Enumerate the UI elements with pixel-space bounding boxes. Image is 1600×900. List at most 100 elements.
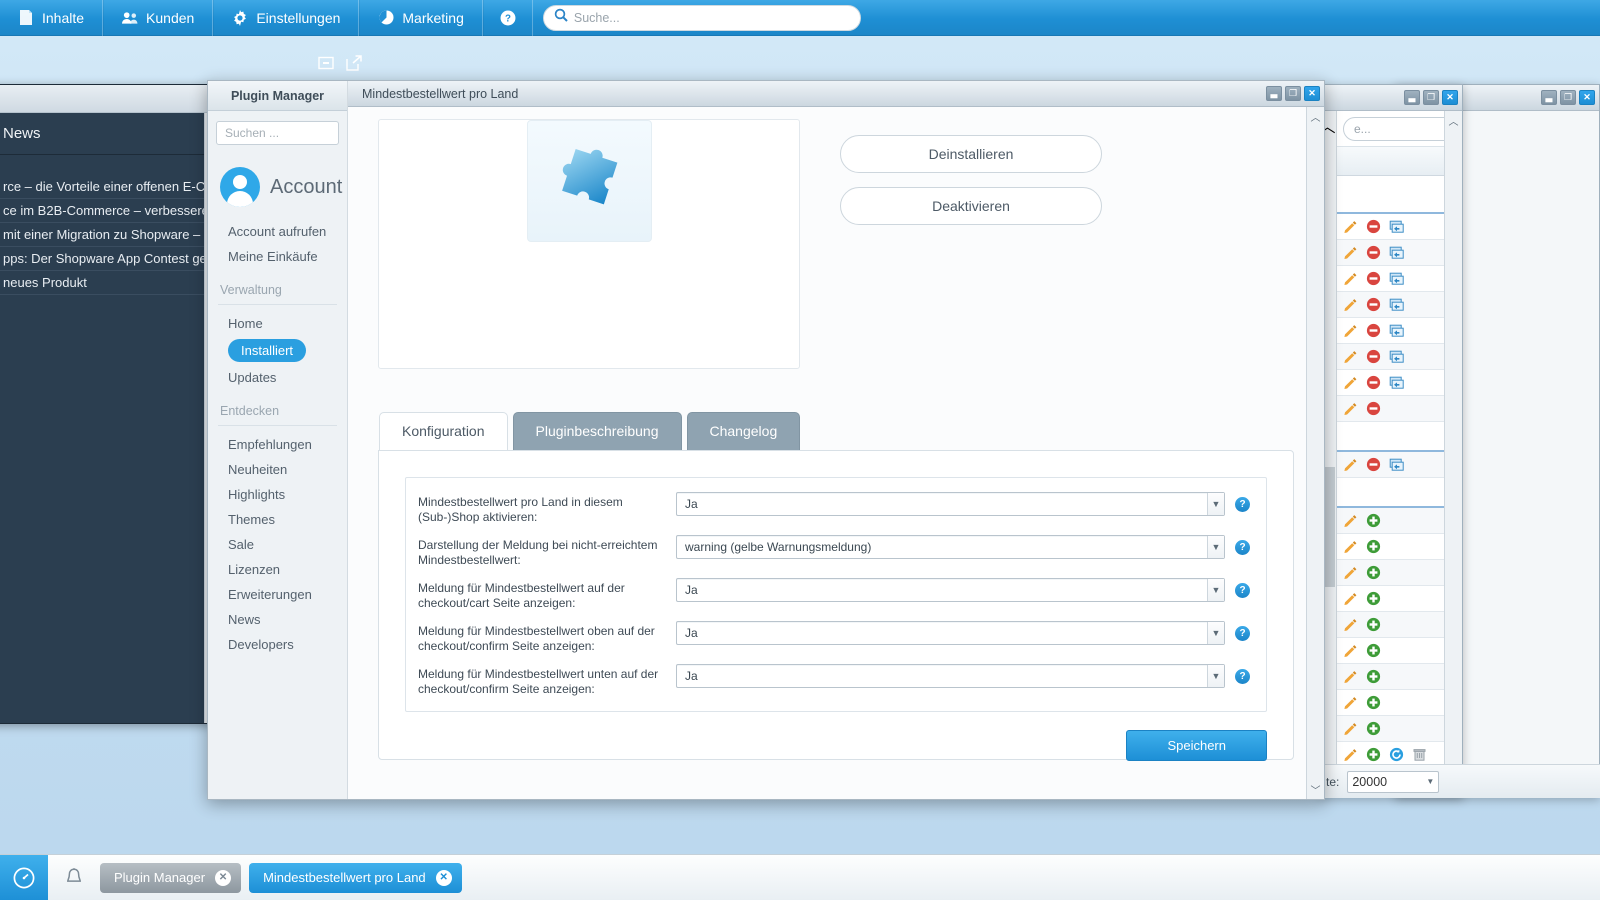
edit-icon[interactable]	[1343, 747, 1359, 763]
edit-icon[interactable]	[1343, 695, 1359, 711]
close-icon[interactable]: ✕	[1579, 90, 1595, 105]
background-window-grid[interactable]: ▃ ❐ ✕ e... ︿ ︿ ﹀	[1318, 84, 1463, 798]
chevron-down-icon[interactable]: ▼	[1207, 665, 1224, 687]
minimize-icon[interactable]: ▃	[1541, 90, 1557, 105]
account-block[interactable]: Account	[220, 167, 347, 207]
deny-icon[interactable]	[1366, 219, 1382, 235]
sidebar-item-account-aufrufen[interactable]: Account aufrufen	[208, 219, 347, 244]
bell-icon[interactable]	[48, 867, 100, 888]
background-window-news[interactable]: News rce – die Vorteile einer offenen E-…	[0, 84, 215, 724]
sidebar-item-home[interactable]: Home	[208, 311, 347, 336]
chevron-down-icon[interactable]: ▼	[1207, 536, 1224, 558]
nav-item-einstellungen[interactable]: Einstellungen	[213, 0, 360, 36]
chevron-down-icon[interactable]: ﹀	[1311, 782, 1321, 797]
restore-icon[interactable]	[1389, 245, 1405, 261]
list-item[interactable]: mit einer Migration zu Shopware – so...	[0, 223, 214, 247]
minimize-all-icon[interactable]	[318, 55, 336, 73]
dialog-scrollbar[interactable]: ︿ ﹀	[1306, 107, 1324, 799]
trash-icon[interactable]	[1412, 747, 1428, 763]
restore-icon[interactable]	[1389, 219, 1405, 235]
add-icon[interactable]	[1366, 695, 1382, 711]
list-item[interactable]: rce – die Vorteile einer offenen E-Co...	[0, 175, 214, 199]
close-icon[interactable]: ✕	[435, 869, 452, 886]
sidebar-item-themes[interactable]: Themes	[208, 507, 347, 532]
edit-icon[interactable]	[1343, 401, 1359, 417]
deny-icon[interactable]	[1366, 245, 1382, 261]
edit-icon[interactable]	[1343, 513, 1359, 529]
deny-icon[interactable]	[1366, 401, 1382, 417]
add-icon[interactable]	[1366, 643, 1382, 659]
edit-icon[interactable]	[1343, 349, 1359, 365]
help-icon[interactable]: ?	[1235, 582, 1250, 598]
restore-icon[interactable]	[1389, 271, 1405, 287]
edit-icon[interactable]	[1343, 669, 1359, 685]
add-icon[interactable]	[1366, 747, 1382, 763]
grid-search-input[interactable]: e...	[1343, 117, 1456, 141]
help-icon[interactable]: ?	[1235, 625, 1250, 641]
edit-icon[interactable]	[1343, 643, 1359, 659]
deny-icon[interactable]	[1366, 271, 1382, 287]
maximize-icon[interactable]: ❐	[1285, 86, 1301, 101]
restore-icon[interactable]	[1389, 457, 1405, 473]
help-icon[interactable]: ?	[1235, 496, 1250, 512]
list-item[interactable]: ce im B2B-Commerce – verbessere ...	[0, 199, 214, 223]
tab-changelog[interactable]: Changelog	[686, 412, 801, 451]
sidebar-item-updates[interactable]: Updates	[208, 365, 347, 390]
add-icon[interactable]	[1366, 539, 1382, 555]
sidebar-item-meine-einkaeufe[interactable]: Meine Einkäufe	[208, 244, 347, 269]
tab-konfiguration[interactable]: Konfiguration	[379, 412, 508, 451]
nav-item-marketing[interactable]: Marketing	[359, 0, 483, 36]
sidebar-item-erweiterungen[interactable]: Erweiterungen	[208, 582, 347, 607]
add-icon[interactable]	[1366, 513, 1382, 529]
restore-icon[interactable]	[1389, 323, 1405, 339]
close-icon[interactable]: ✕	[1304, 86, 1320, 101]
edit-icon[interactable]	[1343, 375, 1359, 391]
edit-icon[interactable]	[1343, 591, 1359, 607]
save-button[interactable]: Speichern	[1126, 730, 1267, 761]
restore-icon[interactable]	[1389, 297, 1405, 313]
plugin-manager-window[interactable]: Plugin Manager Suchen ... Account Accoun…	[207, 80, 1325, 800]
chevron-down-icon[interactable]: ▼	[1426, 777, 1434, 786]
taskbar-item-plugin-manager[interactable]: Plugin Manager ✕	[100, 862, 242, 893]
maximize-icon[interactable]: ❐	[1423, 90, 1439, 105]
refresh-icon[interactable]	[1389, 747, 1405, 763]
show-on-cart-select[interactable]: Ja ▼	[676, 578, 1225, 602]
sidebar-item-sale[interactable]: Sale	[208, 532, 347, 557]
show-bottom-confirm-select[interactable]: Ja ▼	[676, 664, 1225, 688]
pager-select[interactable]: 20000 ▼	[1347, 770, 1440, 793]
edit-icon[interactable]	[1343, 457, 1359, 473]
help-button[interactable]: ?	[482, 0, 533, 36]
show-top-confirm-select[interactable]: Ja ▼	[676, 621, 1225, 645]
sidebar-search-input[interactable]: Suchen ...	[216, 121, 339, 145]
chevron-up-icon[interactable]: ︿	[1311, 109, 1321, 124]
sidebar-item-empfehlungen[interactable]: Empfehlungen	[208, 432, 347, 457]
sidebar-item-developers[interactable]: Developers	[208, 632, 347, 657]
add-icon[interactable]	[1366, 591, 1382, 607]
search-input[interactable]	[573, 10, 850, 25]
nav-item-kunden[interactable]: Kunden	[103, 0, 214, 36]
sidebar-item-news[interactable]: News	[208, 607, 347, 632]
close-icon[interactable]: ✕	[215, 869, 232, 886]
minimize-icon[interactable]: ▃	[1266, 86, 1282, 101]
edit-icon[interactable]	[1343, 721, 1359, 737]
chevron-down-icon[interactable]: ▼	[1207, 579, 1224, 601]
deny-icon[interactable]	[1366, 323, 1382, 339]
taskbar-item-mindestbestellwert[interactable]: Mindestbestellwert pro Land ✕	[249, 862, 462, 893]
chevron-down-icon[interactable]: ▼	[1207, 493, 1224, 515]
deny-icon[interactable]	[1366, 375, 1382, 391]
close-icon[interactable]: ✕	[1442, 90, 1458, 105]
grid-inner-scrollbar[interactable]: ︿ ﹀	[1444, 111, 1462, 797]
uninstall-button[interactable]: Deinstallieren	[840, 135, 1102, 173]
deactivate-button[interactable]: Deaktivieren	[840, 187, 1102, 225]
edit-icon[interactable]	[1343, 323, 1359, 339]
chevron-up-icon[interactable]: ︿	[1449, 113, 1459, 128]
sidebar-item-neuheiten[interactable]: Neuheiten	[208, 457, 347, 482]
add-icon[interactable]	[1366, 565, 1382, 581]
edit-icon[interactable]	[1343, 271, 1359, 287]
nav-item-inhalte[interactable]: Inhalte	[0, 0, 104, 36]
global-search[interactable]	[542, 4, 861, 31]
list-item[interactable]: neues Produkt	[0, 271, 214, 295]
maximize-icon[interactable]: ❐	[1560, 90, 1576, 105]
help-icon[interactable]: ?	[1235, 668, 1250, 684]
restore-icon[interactable]	[1389, 349, 1405, 365]
